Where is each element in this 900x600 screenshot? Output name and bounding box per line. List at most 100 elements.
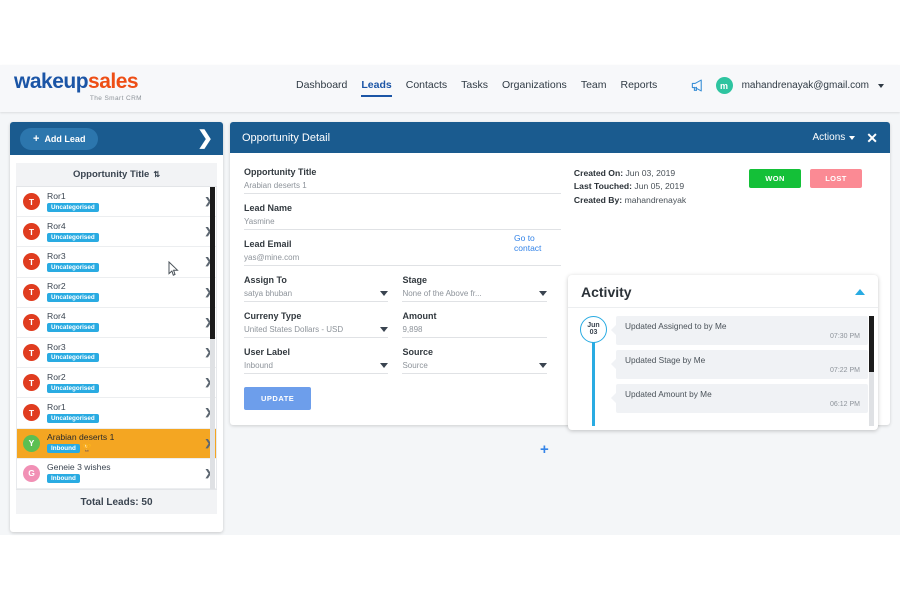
megaphone-icon[interactable]: [690, 78, 707, 93]
timeline-date-day: 03: [589, 329, 598, 337]
lead-list-item[interactable]: T Ror2 Uncategorised ❯: [17, 277, 216, 308]
field-label: Amount: [402, 311, 437, 321]
field-label: Opportunity Title: [244, 167, 317, 177]
field-label: Stage: [402, 275, 427, 285]
chevron-down-icon: [849, 136, 856, 140]
close-icon[interactable]: ✕: [866, 131, 878, 145]
update-button[interactable]: UPDATE: [244, 387, 312, 410]
chevron-down-icon: [538, 363, 547, 368]
lead-title: Geneie 3 wishes: [47, 462, 111, 473]
list-header-label: Opportunity Title: [72, 169, 150, 180]
chevron-down-icon[interactable]: [878, 83, 884, 88]
lead-list-item[interactable]: T Ror1 Uncategorised ❯: [17, 187, 216, 218]
logo-tagline: The Smart CRM: [89, 95, 142, 102]
chevron-right-icon[interactable]: ❯: [197, 129, 213, 148]
user-area: m mahandrenayak@gmail.com: [690, 77, 884, 94]
nav-item-team[interactable]: Team: [581, 79, 607, 97]
activity-scrollbar-thumb[interactable]: [869, 316, 874, 372]
lead-list-item[interactable]: T Ror3 Uncategorised ❯: [17, 337, 216, 369]
lead-title: Ror1: [47, 190, 66, 201]
lead-title: Ror2: [47, 371, 66, 382]
add-lead-button[interactable]: + Add Lead: [20, 127, 99, 150]
lead-list-scrollbar-thumb[interactable]: [210, 187, 215, 339]
won-button[interactable]: WON: [749, 169, 801, 188]
nav-item-organizations[interactable]: Organizations: [502, 79, 567, 97]
app-logo[interactable]: wakeupsales The Smart CRM: [14, 71, 164, 102]
status-badge: Uncategorised: [47, 383, 99, 393]
lead-badge-wrap: Uncategorised: [47, 383, 200, 393]
field-select[interactable]: Inbound: [244, 357, 389, 374]
lead-badge-wrap: Uncategorised: [47, 202, 200, 212]
lead-list[interactable]: T Ror1 Uncategorised ❯ T Ror4 Uncategorised ❯ T R…: [16, 187, 217, 489]
page-title: Opportunity Detail: [242, 131, 331, 144]
lead-list-item[interactable]: T Ror3 Uncategorised ❯: [17, 247, 216, 278]
opportunity-title-sort-header[interactable]: Opportunity Title ⇅: [16, 163, 217, 187]
field-input[interactable]: Yasmine: [244, 213, 561, 230]
chevron-up-icon[interactable]: [855, 289, 865, 295]
field-input[interactable]: 9,898: [402, 321, 547, 338]
status-badge: Uncategorised: [47, 232, 99, 242]
lead-list-item[interactable]: T Ror2 Uncategorised ❯: [17, 368, 216, 399]
leads-sidebar: + Add Lead ❯ Opportunity Title ⇅ T Ror1 Un…: [10, 122, 223, 532]
field-input[interactable]: Arabian deserts 1: [244, 177, 561, 194]
lead-list-item[interactable]: G Geneie 3 wishes Inbound ❯: [17, 458, 216, 489]
go-to-contact-link[interactable]: Go to contact: [514, 233, 561, 253]
field-assign-to: Assign To satya bhuban: [244, 275, 402, 302]
lead-avatar: T: [23, 253, 40, 271]
add-field-plus-icon[interactable]: +: [540, 442, 549, 457]
lead-title: Ror1: [47, 401, 66, 412]
lead-avatar: Y: [23, 434, 40, 452]
lead-avatar: T: [23, 404, 40, 422]
lead-title: Ror4: [47, 311, 66, 322]
field-amount: Amount 9,898: [402, 311, 560, 338]
lead-body: Ror4 Uncategorised: [47, 311, 200, 333]
field-label: Curreny Type: [244, 311, 302, 321]
field-user-label: User Label Inbound: [244, 347, 402, 374]
actions-dropdown[interactable]: Actions: [812, 132, 856, 143]
status-badge: Uncategorised: [47, 202, 99, 212]
actions-label: Actions: [812, 132, 846, 143]
field-select[interactable]: None of the Above fr...: [402, 285, 547, 302]
won-lost-buttons: WON LOST: [749, 169, 862, 188]
lead-badge-wrap: Inbound: [47, 474, 200, 484]
lead-body: Ror2 Uncategorised: [47, 371, 200, 393]
nav-item-tasks[interactable]: Tasks: [461, 79, 488, 97]
lead-list-item[interactable]: T Ror1 Uncategorised ❯: [17, 398, 216, 429]
meta-value: mahandrenayak: [624, 194, 687, 205]
field-select[interactable]: satya bhuban: [244, 285, 389, 302]
meta-label: Created By:: [573, 194, 623, 205]
detail-header-actions: Actions ✕: [812, 131, 878, 145]
field-value: None of the Above fr...: [402, 289, 482, 298]
status-badge: Uncategorised: [47, 262, 99, 272]
lead-list-item[interactable]: Y Arabian deserts 1 Inbound 🏆 ❯: [17, 428, 216, 459]
lost-button[interactable]: LOST: [810, 169, 862, 188]
field-select[interactable]: Source: [402, 357, 547, 374]
field-label: User Label: [244, 347, 291, 357]
lead-body: Ror4 Uncategorised: [47, 221, 200, 242]
lead-avatar: G: [23, 464, 40, 482]
field-label: Source: [402, 347, 433, 357]
mouse-cursor-icon: [168, 261, 179, 276]
nav-item-contacts[interactable]: Contacts: [406, 79, 447, 97]
nav-item-reports[interactable]: Reports: [621, 79, 658, 97]
lead-list-item[interactable]: T Ror4 Uncategorised ❯: [17, 307, 216, 338]
detail-panel-header: Opportunity Detail Actions ✕: [230, 122, 890, 153]
nav-item-dashboard[interactable]: Dashboard: [296, 79, 347, 97]
meta-row: Created By: mahandrenayak: [574, 194, 876, 207]
total-leads-label: Total Leads: 50: [16, 489, 217, 514]
activity-item-text: Updated Assigned to by Me: [625, 321, 727, 331]
meta-value: Jun 05, 2019: [634, 181, 685, 192]
user-email-label: mahandrenayak@gmail.com: [741, 80, 869, 91]
field-value: yas@mine.com: [244, 253, 300, 262]
meta-label: Last Touched:: [573, 181, 633, 192]
lead-badge-wrap: Uncategorised: [47, 232, 200, 242]
field-select[interactable]: United States Dollars - USD: [244, 321, 389, 338]
field-label: Assign To: [244, 275, 287, 285]
field-value: United States Dollars - USD: [244, 325, 344, 334]
avatar[interactable]: m: [715, 77, 733, 94]
lead-avatar: T: [23, 193, 40, 211]
nav-item-leads[interactable]: Leads: [361, 79, 392, 97]
activity-item-time: 07:30 PM: [830, 333, 860, 340]
lead-title: Arabian deserts 1: [47, 432, 115, 443]
lead-list-item[interactable]: T Ror4 Uncategorised ❯: [17, 217, 216, 248]
